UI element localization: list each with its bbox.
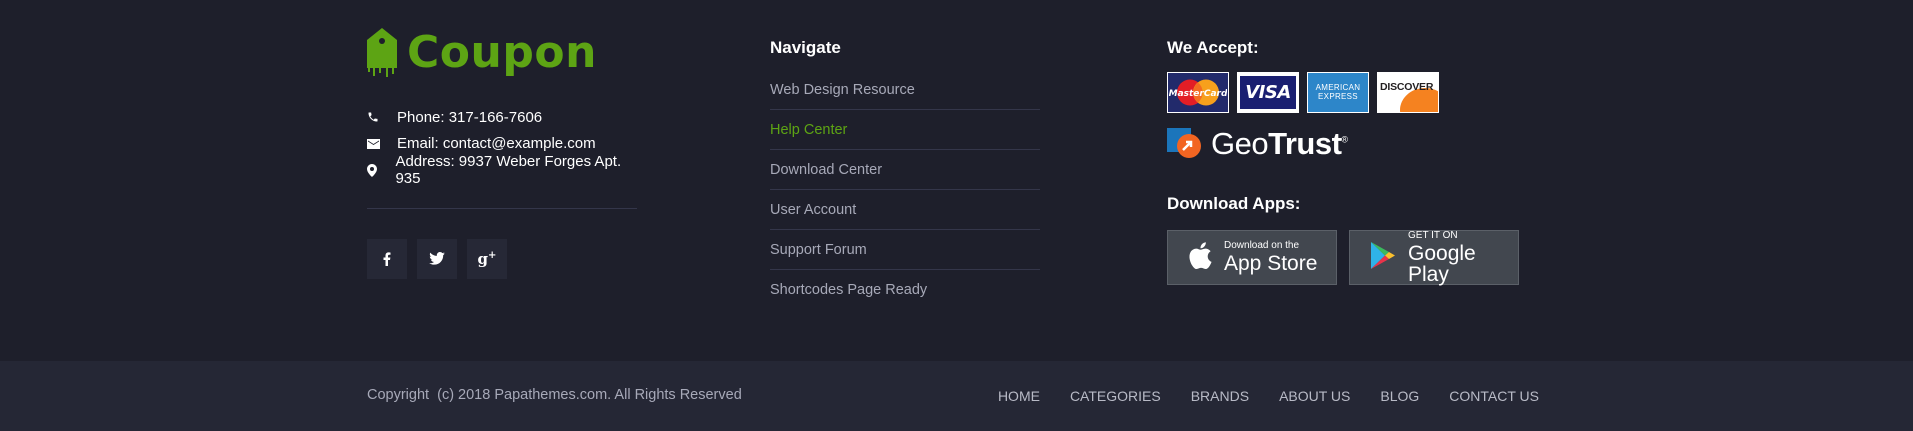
contact-address-text: Address: 9937 Weber Forges Apt. 935	[395, 153, 622, 188]
navigate-title: Navigate	[770, 38, 841, 57]
google-play-button[interactable]: GET IT ON Google Play	[1349, 230, 1519, 285]
navigate-link[interactable]: Shortcodes Page Ready	[770, 270, 1040, 310]
phone-icon	[367, 111, 397, 123]
bottom-nav-blog[interactable]: BLOG	[1380, 388, 1419, 404]
footer-main: Coupon Phone: 317-166-7606 Email: contac…	[0, 0, 1913, 361]
app-store-big-text: App Store	[1224, 252, 1318, 275]
twitter-icon[interactable]	[417, 238, 457, 279]
contact-phone: Phone: 317-166-7606	[367, 104, 637, 131]
footer-about-column: Coupon Phone: 317-166-7606 Email: contac…	[367, 28, 637, 279]
google-play-small-text: GET IT ON	[1408, 229, 1458, 241]
google-plus-icon[interactable]: g+	[467, 238, 507, 279]
app-store-button[interactable]: Download on the App Store	[1167, 230, 1337, 285]
contact-list: Phone: 317-166-7606 Email: contact@examp…	[367, 104, 637, 187]
tag-logo-icon	[367, 28, 397, 78]
payment-cards: MasterCard VISA AMERICAN EXPRESS DISCOVE…	[1167, 72, 1527, 113]
discover-logo: DISCOVER	[1377, 72, 1439, 113]
bottom-nav: HOME CATEGORIES BRANDS ABOUT US BLOG CON…	[998, 388, 1539, 404]
location-pin-icon	[367, 163, 395, 177]
bottom-nav-brands[interactable]: BRANDS	[1191, 388, 1249, 404]
brand-logo[interactable]: Coupon	[367, 28, 637, 78]
google-play-big-text: Google Play	[1408, 241, 1476, 286]
download-apps-title: Download Apps:	[1167, 194, 1301, 213]
email-icon	[367, 138, 397, 149]
bottom-nav-categories[interactable]: CATEGORIES	[1070, 388, 1161, 404]
visa-logo: VISA	[1237, 72, 1299, 113]
footer-bottom-bar: Copyright (c) 2018 Papathemes.com. All R…	[0, 361, 1913, 431]
app-download-buttons: Download on the App Store GET IT ON Goog…	[1167, 230, 1527, 285]
visa-text: VISA	[1245, 82, 1291, 103]
contact-phone-text: Phone: 317-166-7606	[397, 108, 543, 126]
bottom-nav-contact-us[interactable]: CONTACT US	[1449, 388, 1539, 404]
geotrust-text: GeoTrust®	[1211, 126, 1348, 161]
footer-payments-column: We Accept: MasterCard VISA AMERICAN EXPR…	[1167, 38, 1527, 285]
app-store-small-text: Download on the	[1224, 240, 1300, 251]
google-play-icon	[1370, 241, 1396, 275]
geotrust-icon	[1167, 128, 1201, 158]
bottom-nav-home[interactable]: HOME	[998, 388, 1040, 404]
copyright-text: Copyright (c) 2018 Papathemes.com. All R…	[367, 387, 742, 403]
brand-name: Coupon	[407, 27, 597, 78]
we-accept-title: We Accept:	[1167, 38, 1259, 57]
facebook-icon[interactable]	[367, 238, 407, 279]
navigate-list: Web Design Resource Help Center Download…	[770, 70, 1040, 310]
contact-address: Address: 9937 Weber Forges Apt. 935	[367, 153, 637, 187]
apple-icon	[1188, 241, 1212, 275]
navigate-link[interactable]: Support Forum	[770, 230, 1040, 270]
navigate-link[interactable]: Download Center	[770, 150, 1040, 190]
navigate-link-active[interactable]: Help Center	[770, 110, 1040, 150]
navigate-link[interactable]: User Account	[770, 190, 1040, 230]
mastercard-text: MasterCard	[1169, 89, 1227, 99]
navigate-link[interactable]: Web Design Resource	[770, 70, 1040, 110]
footer-navigate-column: Navigate Web Design Resource Help Center…	[770, 38, 1040, 310]
divider	[367, 207, 637, 209]
mastercard-logo: MasterCard	[1167, 72, 1229, 113]
discover-text: DISCOVER	[1380, 81, 1434, 93]
geotrust-badge: GeoTrust®	[1167, 126, 1527, 161]
contact-email-text[interactable]: Email: contact@example.com	[397, 135, 596, 152]
amex-text: AMERICAN EXPRESS	[1315, 82, 1361, 101]
bottom-nav-about-us[interactable]: ABOUT US	[1279, 388, 1350, 404]
amex-logo: AMERICAN EXPRESS	[1307, 72, 1369, 113]
social-links: g+	[367, 238, 637, 279]
